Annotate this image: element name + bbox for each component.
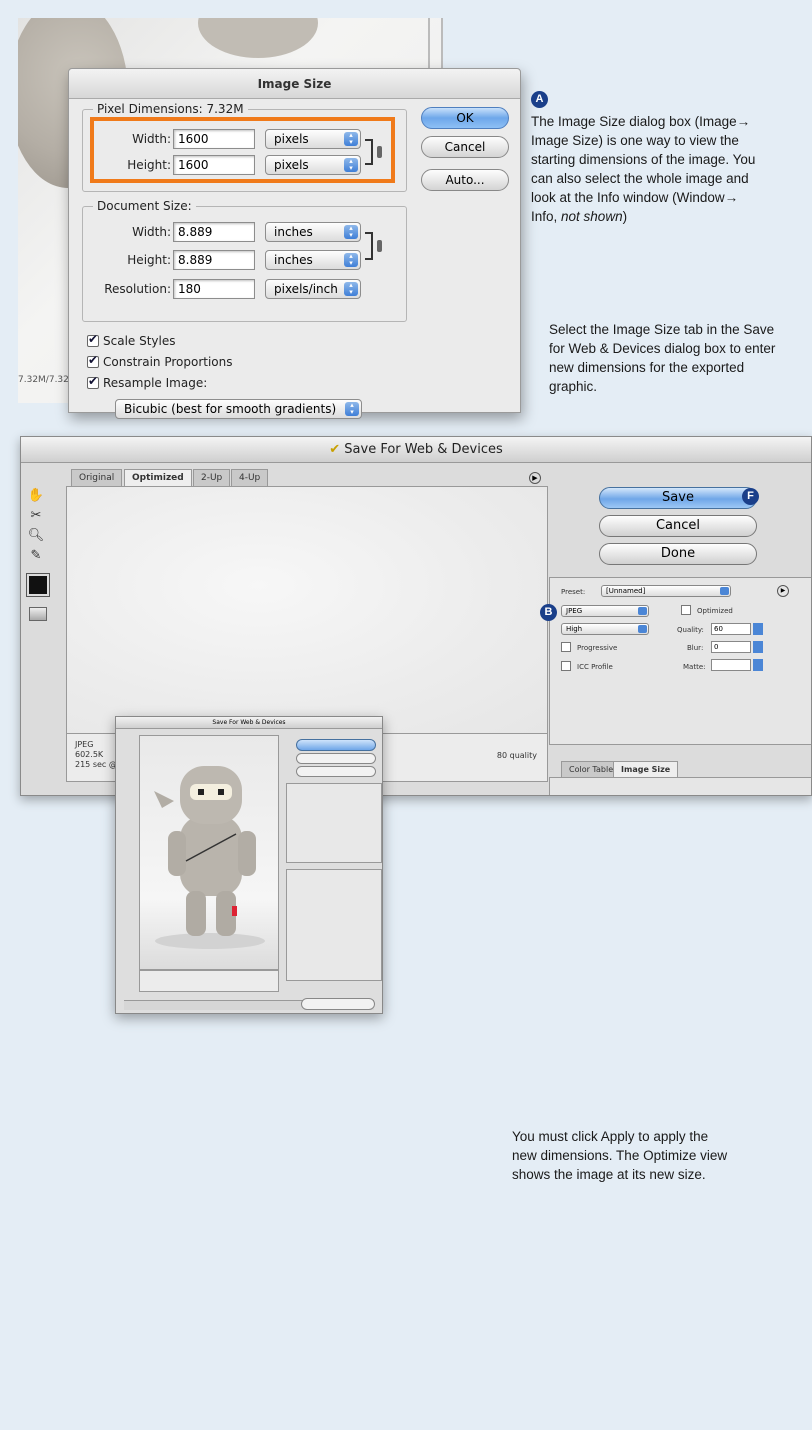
- tab-optimized[interactable]: Optimized: [124, 469, 192, 486]
- document-status: 7.32M/7.32: [18, 375, 69, 385]
- height-unit-select[interactable]: pixels ▴ ▾: [265, 155, 361, 175]
- optimized-label: Optimized: [697, 607, 733, 615]
- tab-menu-icon[interactable]: ▶: [529, 472, 541, 484]
- optimized-checkbox[interactable]: [681, 605, 691, 615]
- height-input[interactable]: 1600: [173, 155, 255, 175]
- settings-panel: [549, 577, 811, 745]
- info-quality: 80 quality: [496, 751, 537, 760]
- sfw-title: ✔ Save For Web & Devices: [21, 437, 811, 463]
- resample-image-checkbox[interactable]: Resample Image:: [87, 374, 207, 390]
- doc-chain-link-icon: [377, 240, 382, 252]
- annotation-b-text: Select the Image Size tab in the Save fo…: [549, 322, 776, 394]
- tab-image-size[interactable]: Image Size: [613, 761, 679, 778]
- resolution-unit-select[interactable]: pixels/inch ▴ ▾: [265, 279, 361, 299]
- doc-height-input[interactable]: 8.889: [173, 250, 255, 270]
- ninja-preview-canvas: [139, 735, 279, 970]
- tab-original[interactable]: Original: [71, 469, 123, 486]
- constrain-proportions-checkbox[interactable]: Constrain Proportions: [87, 353, 233, 369]
- pixel-dimensions-value: 7.32M: [206, 102, 244, 116]
- preset-select[interactable]: [Unnamed]: [601, 585, 731, 597]
- tab-4up[interactable]: 4-Up: [231, 469, 269, 486]
- matte-label: Matte:: [683, 663, 706, 671]
- ninja-figure: [154, 766, 265, 949]
- check-icon: ✔: [329, 442, 341, 457]
- link-bracket: [365, 139, 373, 165]
- doc-width-input[interactable]: 8.889: [173, 222, 255, 242]
- matte-dropdown-button[interactable]: [753, 659, 763, 671]
- quality-level-select[interactable]: High: [561, 623, 649, 635]
- eyedropper-tool-icon[interactable]: ✎: [27, 547, 45, 565]
- document-size-label: Document Size:: [93, 199, 196, 213]
- annotation-a-text: The Image Size dialog box (Image→ Image …: [531, 114, 756, 224]
- doc-height-unit-select[interactable]: inches ▴ ▾: [265, 250, 361, 270]
- resolution-label: Resolution:: [104, 282, 171, 296]
- small-image-size-panel: [286, 869, 382, 981]
- optimize-menu-icon[interactable]: ▶: [777, 585, 789, 597]
- scale-styles-checkbox[interactable]: Scale Styles: [87, 332, 176, 348]
- progressive-label: Progressive: [577, 644, 618, 652]
- slice-tool-icon[interactable]: ✂: [27, 507, 45, 525]
- small-info: [139, 970, 279, 992]
- auto-button[interactable]: Auto...: [421, 169, 509, 191]
- small-title: Save For Web & Devices: [116, 717, 382, 729]
- quality-input[interactable]: 60: [711, 623, 751, 635]
- small-device-central-button: [301, 998, 375, 1010]
- icc-profile-label: ICC Profile: [577, 663, 613, 671]
- preview-canvas[interactable]: [66, 486, 548, 734]
- progressive-checkbox[interactable]: [561, 642, 571, 652]
- image-size-panel: [549, 777, 811, 795]
- resolution-input[interactable]: 180: [173, 279, 255, 299]
- eyedropper-color-swatch[interactable]: [26, 573, 50, 597]
- annotation-badge-a: A: [531, 91, 548, 108]
- small-cancel-button: [296, 753, 376, 764]
- width-unit-select[interactable]: pixels ▴ ▾: [265, 129, 361, 149]
- zoom-tool-icon[interactable]: 🔍︎: [27, 527, 45, 545]
- chain-link-icon: [377, 146, 382, 158]
- doc-width-label: Width:: [132, 225, 171, 239]
- small-save-for-web-screenshot: Save For Web & Devices: [115, 716, 383, 1014]
- small-settings-panel: [286, 783, 382, 863]
- toggle-slices-icon[interactable]: [29, 607, 47, 621]
- save-button[interactable]: Save: [599, 487, 757, 509]
- height-label: Height:: [127, 158, 171, 172]
- resample-method-select[interactable]: Bicubic (best for smooth gradients) ▴ ▾: [115, 399, 362, 419]
- small-done-button: [296, 766, 376, 777]
- small-save-button: [296, 739, 376, 751]
- tab-2up[interactable]: 2-Up: [193, 469, 231, 486]
- annotation-badge-b: B: [540, 604, 557, 621]
- dialog-title: Image Size: [69, 69, 520, 99]
- width-label: Width:: [132, 132, 171, 146]
- doc-height-label: Height:: [127, 253, 171, 267]
- hand-tool-icon[interactable]: ✋: [27, 487, 45, 505]
- blur-slider-button[interactable]: [753, 641, 763, 653]
- icc-profile-checkbox[interactable]: [561, 661, 571, 671]
- pixel-dimensions-label: Pixel Dimensions: 7.32M: [93, 102, 248, 116]
- annotation-badge-f: F: [742, 488, 759, 505]
- doc-link-bracket: [365, 232, 373, 260]
- done-button[interactable]: Done: [599, 543, 757, 565]
- image-size-dialog: Image Size Pixel Dimensions: 7.32M Width…: [68, 68, 521, 419]
- quality-slider-button[interactable]: [753, 623, 763, 635]
- preset-label: Preset:: [561, 588, 586, 596]
- blur-input[interactable]: 0: [711, 641, 751, 653]
- width-input[interactable]: 1600: [173, 129, 255, 149]
- cancel-button[interactable]: Cancel: [599, 515, 757, 537]
- ok-button[interactable]: OK: [421, 107, 509, 129]
- format-select[interactable]: JPEG: [561, 605, 649, 617]
- blur-label: Blur:: [687, 644, 704, 652]
- matte-select[interactable]: [711, 659, 751, 671]
- doc-width-unit-select[interactable]: inches ▴ ▾: [265, 222, 361, 242]
- cancel-button[interactable]: Cancel: [421, 136, 509, 158]
- quality-label: Quality:: [677, 626, 704, 634]
- annotation-c-text: You must click Apply to apply the new di…: [512, 1129, 728, 1182]
